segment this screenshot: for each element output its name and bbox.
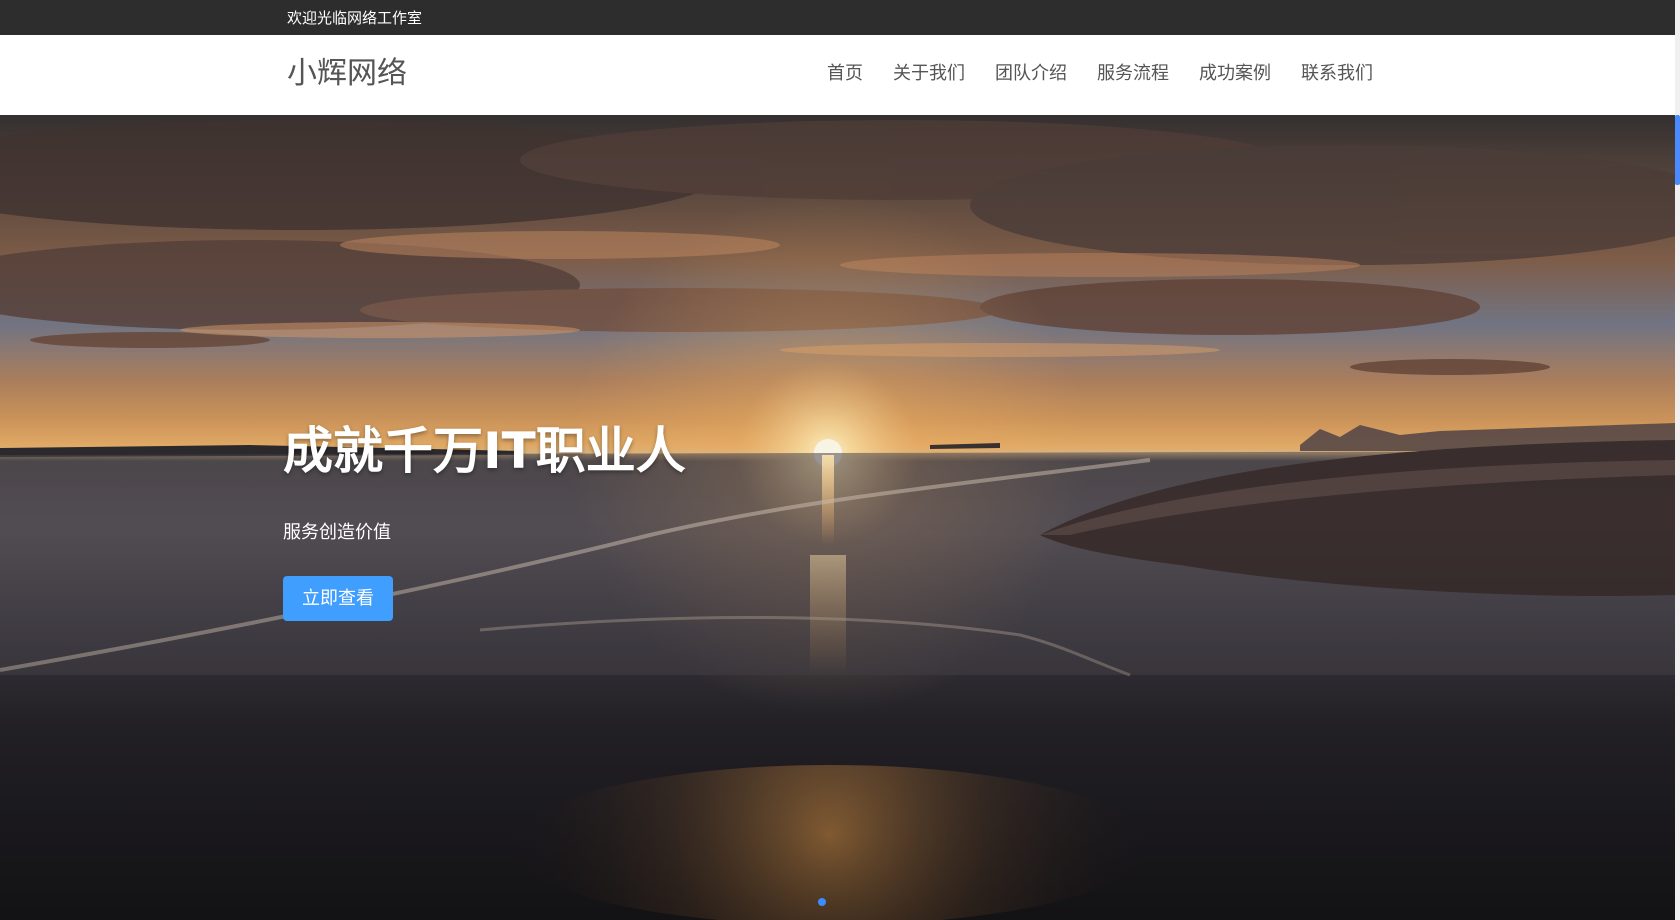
nav-item-cases[interactable]: 成功案例: [1199, 62, 1271, 86]
site-header: 小辉网络 首页 关于我们 团队介绍 服务流程 成功案例 联系我们: [0, 35, 1675, 115]
scrollbar-thumb[interactable]: [1675, 115, 1680, 185]
nav-item-contact[interactable]: 联系我们: [1301, 62, 1373, 86]
nav-item-about[interactable]: 关于我们: [893, 62, 965, 86]
carousel-indicator-active[interactable]: [818, 898, 826, 906]
view-now-button[interactable]: 立即查看: [283, 576, 393, 621]
nav-item-home[interactable]: 首页: [827, 62, 863, 86]
top-welcome-bar: 欢迎光临网络工作室: [0, 0, 1675, 35]
hero-subtitle: 服务创造价值: [283, 522, 391, 543]
sunset-beach-background: [0, 115, 1675, 920]
welcome-text: 欢迎光临网络工作室: [287, 9, 423, 27]
site-logo[interactable]: 小辉网络: [287, 55, 407, 93]
hero-banner: 成就千万IT职业人 服务创造价值 立即查看: [0, 115, 1675, 920]
page-scrollbar[interactable]: [1675, 0, 1680, 920]
main-nav: 首页 关于我们 团队介绍 服务流程 成功案例 联系我们: [827, 62, 1373, 86]
page: 欢迎光临网络工作室 小辉网络 首页 关于我们 团队介绍 服务流程 成功案例 联系…: [0, 0, 1680, 920]
nav-item-process[interactable]: 服务流程: [1097, 62, 1169, 86]
nav-item-team[interactable]: 团队介绍: [995, 62, 1067, 86]
hero-title: 成就千万IT职业人: [283, 422, 686, 480]
